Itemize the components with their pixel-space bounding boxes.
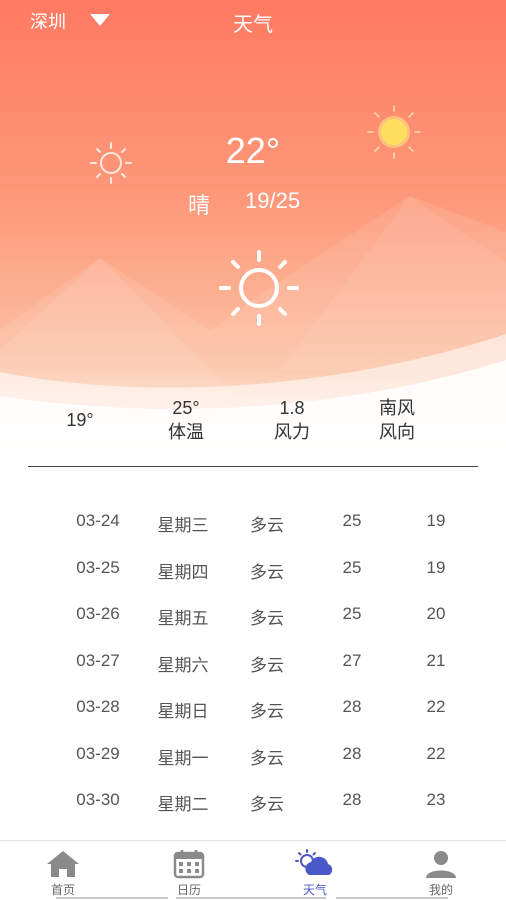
tab-label: 天气 [302,883,327,897]
forecast-weekday: 星期四 [157,562,209,582]
stat-value: 1.8 [279,398,305,418]
forecast-date: 03-28 [76,697,120,716]
forecast-low: 23 [426,790,446,809]
weather-sun-icon [219,250,299,326]
tab-divider [56,897,168,899]
tab-label: 首页 [50,883,75,897]
stat-low-temp: 19° [30,408,130,432]
forecast-row: 03-28 星期日 多云 28 22 [0,691,506,738]
home-icon [47,851,79,877]
forecast-high: 25 [342,511,362,530]
forecast-low: 22 [426,697,446,716]
page-title: 天气 [233,14,273,36]
forecast-date: 03-27 [76,650,120,670]
forecast-weekday: 星期六 [157,655,209,675]
forecast-date: 03-24 [76,511,120,530]
stat-value: 南风 [379,398,415,418]
divider [28,466,478,467]
forecast-weekday: 星期二 [157,795,209,814]
forecast-low: 19 [426,511,446,530]
forecast-weekday: 星期一 [157,748,209,768]
stat-label: 风力 [274,422,310,442]
tab-home[interactable]: 首页 [0,841,126,901]
forecast-high: 28 [342,697,362,716]
tab-calendar[interactable]: 日历 [126,841,252,901]
forecast-low: 20 [426,604,446,623]
weather-icon [295,849,333,875]
forecast-row: 03-30 星期二 多云 28 23 [0,784,506,831]
forecast-high: 25 [342,557,362,577]
forecast-date: 03-29 [76,743,120,763]
forecast-low: 22 [426,743,446,763]
user-icon [426,851,456,878]
tab-label: 日历 [176,883,201,897]
forecast-high: 27 [342,650,362,670]
current-condition: 晴 [188,193,211,218]
stat-body-temp: 25° 体温 [136,396,236,444]
forecast-row: 03-25 星期四 多云 25 19 [0,552,506,599]
weather-hero: 深圳 天气 22° 晴 19/25 [0,0,506,460]
forecast-row: 03-29 星期一 多云 28 22 [0,738,506,785]
calendar-icon [173,850,205,879]
stat-label: 体温 [168,422,204,442]
tab-weather[interactable]: 天气 [252,841,378,901]
tab-profile[interactable]: 我的 [378,841,504,901]
hero-background [0,196,506,460]
forecast-condition: 多云 [250,655,284,675]
forecast-condition: 多云 [250,516,284,535]
forecast-date: 03-30 [76,790,120,809]
forecast-date: 03-25 [76,557,120,577]
stat-label: 风向 [379,422,415,442]
stat-value: 25° [172,398,200,418]
stat-value: 19° [66,410,94,430]
forecast-high: 28 [342,743,362,763]
bottom-tab-bar: 首页 日历 天气 我的 [0,840,506,901]
forecast-condition: 多云 [250,702,284,721]
forecast-condition: 多云 [250,562,284,582]
forecast-high: 25 [342,604,362,623]
temperature-range: 19/25 [245,188,301,213]
forecast-list: 03-24 星期三 多云 25 19 03-25 星期四 多云 25 19 03… [0,505,506,831]
forecast-condition: 多云 [250,609,284,628]
tab-divider [336,897,448,899]
forecast-weekday: 星期日 [157,702,209,721]
forecast-condition: 多云 [250,795,284,814]
current-temperature: 22° [225,130,281,171]
forecast-low: 19 [426,557,446,577]
forecast-low: 21 [426,650,446,670]
tab-label: 我的 [428,883,453,897]
tab-divider [176,897,326,899]
forecast-weekday: 星期三 [157,516,209,535]
forecast-row: 03-24 星期三 多云 25 19 [0,505,506,552]
forecast-date: 03-26 [76,604,120,623]
forecast-condition: 多云 [250,748,284,768]
stat-wind-direction: 南风 风向 [347,396,447,444]
stat-wind-force: 1.8 风力 [242,396,342,444]
forecast-weekday: 星期五 [157,609,209,628]
forecast-row: 03-26 星期五 多云 25 20 [0,598,506,645]
forecast-high: 28 [342,790,362,809]
forecast-row: 03-27 星期六 多云 27 21 [0,645,506,692]
